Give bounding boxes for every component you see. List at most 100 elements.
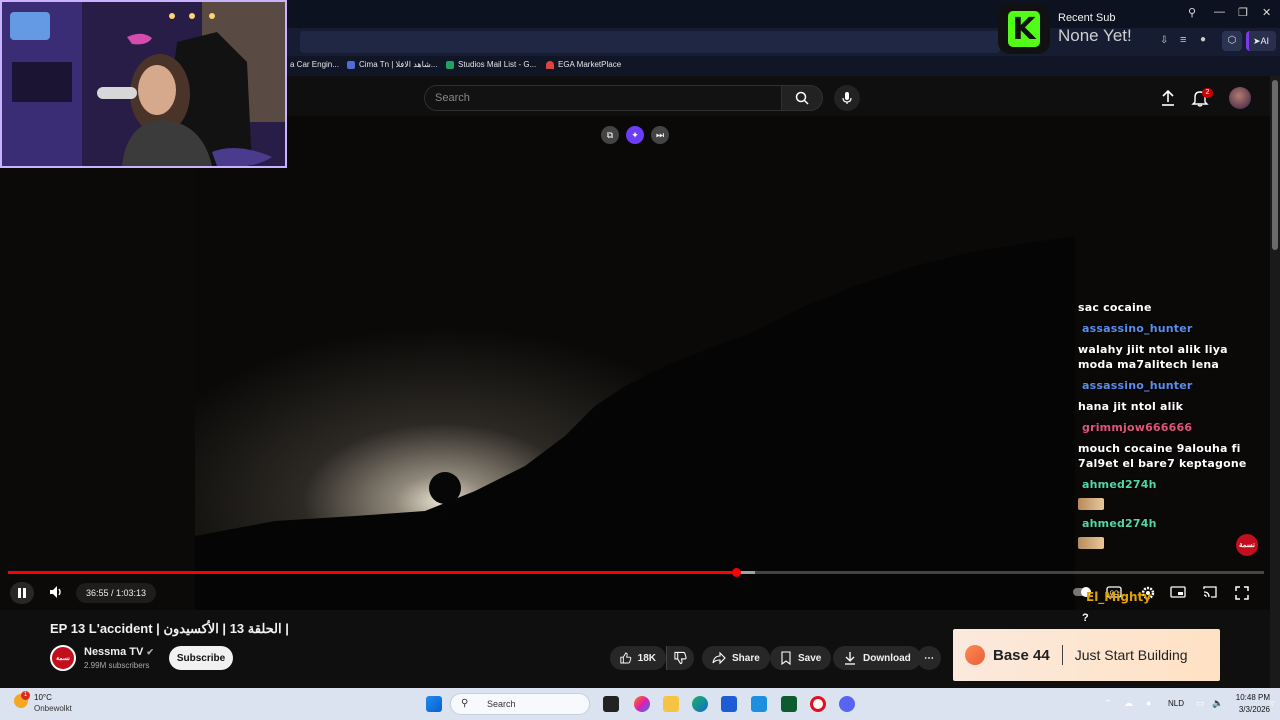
tray-chevron-icon[interactable]: ⌃	[1104, 698, 1112, 709]
progress-bar[interactable]	[8, 571, 1264, 574]
chat-username: ahmed274h	[1082, 478, 1157, 491]
recent-sub-name: None Yet!	[1058, 26, 1132, 45]
volume-icon	[50, 586, 61, 598]
video-frame	[195, 116, 1075, 610]
more-actions-button[interactable]: ⋯	[917, 646, 941, 670]
opera-gx-icon[interactable]	[810, 696, 826, 712]
video-letterbox-left	[0, 116, 195, 610]
channel-avatar[interactable]: نسمة	[50, 645, 76, 671]
volume-tray-icon[interactable]: 🔈	[1212, 698, 1223, 709]
volume-button[interactable]	[48, 584, 66, 602]
channel-avatar-text: نسمة	[56, 655, 70, 662]
scrollbar-thumb[interactable]	[1272, 80, 1278, 250]
miniplayer-button[interactable]	[1170, 585, 1188, 601]
notifications-tray-icon[interactable]: ▿	[1270, 698, 1275, 709]
fullscreen-button[interactable]	[1234, 585, 1252, 601]
search-tabs-icon[interactable]: ⚲	[1188, 6, 1196, 19]
copilot-icon[interactable]	[634, 696, 650, 712]
cast-button[interactable]	[1202, 585, 1220, 601]
stream-chat-overlay: sac cocaine assassino_hunter walahy jiit n…	[1078, 300, 1258, 555]
bookmark-label: Cima Tn | شاهد الافلا...	[359, 60, 438, 69]
video-title: EP 13 L'accident | الحلقة 13 | الأكسيدون…	[50, 621, 289, 636]
sheets-icon	[446, 60, 454, 69]
search-icon	[795, 91, 809, 105]
recent-sub-title: Recent Sub	[1058, 12, 1116, 24]
download-button[interactable]: Download	[833, 646, 921, 670]
microphone-tray-icon[interactable]: ●	[1146, 698, 1151, 708]
outlook-icon[interactable]	[751, 696, 767, 712]
task-view-icon[interactable]	[603, 696, 619, 712]
pause-button[interactable]	[10, 582, 34, 604]
download-icon	[845, 652, 855, 665]
weather-description[interactable]: Onbewolkt	[34, 704, 72, 713]
fullscreen-icon	[1235, 586, 1249, 600]
microphone-icon	[842, 92, 852, 104]
streamer-webcam	[0, 0, 287, 168]
search-icon: ⚲	[461, 698, 469, 709]
like-button[interactable]: 18K	[610, 646, 666, 670]
language-indicator[interactable]: NLD	[1168, 699, 1184, 708]
search-input[interactable]: Search	[424, 85, 782, 111]
display-icon[interactable]: ▭	[1196, 698, 1205, 709]
cloud-icon[interactable]: ☁	[1124, 698, 1133, 709]
bookmark-label: EGA MarketPlace	[558, 60, 622, 69]
discord-icon[interactable]	[839, 696, 855, 712]
channel-name[interactable]: Nessma TV ✔	[84, 646, 154, 658]
chat-username: assassino_hunter	[1082, 322, 1193, 335]
progress-scrubber[interactable]	[732, 568, 741, 577]
bookmark-icon	[781, 651, 791, 665]
bookmark-item[interactable]: Studios Mail List - G...	[446, 60, 536, 69]
voice-search-button[interactable]	[834, 85, 860, 111]
search-button[interactable]	[781, 85, 823, 111]
ai-button[interactable]: ➤AI	[1246, 31, 1276, 51]
share-label: Share	[732, 652, 760, 664]
download-icon[interactable]: ⇩	[1160, 35, 1168, 46]
address-bar[interactable]	[300, 31, 1000, 53]
pause-icon	[18, 588, 26, 598]
file-explorer-icon[interactable]	[663, 696, 679, 712]
taskbar-search[interactable]: ⚲ Search	[450, 693, 590, 715]
ad-logo-icon	[965, 645, 985, 665]
share-icon	[712, 651, 726, 665]
user-avatar[interactable]	[1229, 87, 1251, 109]
create-button[interactable]	[1158, 88, 1178, 108]
picture-in-picture-icon[interactable]: ⧉	[601, 126, 619, 144]
ad-banner[interactable]: Base 44 Just Start Building	[953, 629, 1220, 681]
clock-time[interactable]: 10:48 PM	[1230, 693, 1270, 702]
close-icon[interactable]: ✕	[1262, 6, 1271, 19]
chat-username: ahmed274h	[1082, 517, 1157, 530]
edge-icon[interactable]	[692, 696, 708, 712]
weather-temp[interactable]: 10°C	[34, 693, 52, 702]
time-display: 36:55 / 1:03:13	[76, 583, 157, 603]
chat-username: assassino_hunter	[1082, 379, 1193, 392]
chat-message: walahy jiit ntol alik liya moda ma7alite…	[1078, 343, 1228, 371]
ai-sparkle-icon[interactable]: ✦	[626, 126, 644, 144]
download-label: Download	[863, 652, 911, 664]
windows-start-icon[interactable]	[426, 696, 442, 712]
menu-icon[interactable]: ≡	[1180, 34, 1186, 46]
bookmark-label: a Car Engin...	[290, 60, 339, 69]
chat-username: grimmjow666666	[1082, 421, 1193, 434]
share-button[interactable]: Share	[702, 646, 770, 670]
profile-icon[interactable]: ●	[1200, 34, 1206, 45]
store-icon[interactable]	[721, 696, 737, 712]
miniplayer-icon	[1170, 586, 1186, 598]
app-icon[interactable]	[781, 696, 797, 712]
bookmark-item[interactable]: Cima Tn | شاهد الافلا...	[347, 60, 437, 69]
minimize-icon[interactable]: —	[1214, 6, 1225, 18]
restore-icon[interactable]: ❐	[1238, 6, 1248, 19]
bookmark-favicon-icon	[347, 60, 355, 69]
clock-date[interactable]: 3/3/2026	[1226, 705, 1270, 714]
save-label: Save	[798, 652, 822, 664]
save-button[interactable]: Save	[770, 646, 832, 670]
bookmark-item[interactable]: EGA MarketPlace	[546, 60, 621, 69]
dislike-button[interactable]	[666, 646, 694, 670]
more-icon: ⋯	[924, 652, 934, 664]
bookmark-item[interactable]: a Car Engin...	[290, 60, 339, 69]
chat-emote	[1078, 498, 1104, 510]
subscribe-button[interactable]: Subscribe	[169, 646, 233, 670]
weather-alert-badge: 1	[21, 691, 30, 700]
chat-message: sac cocaine	[1078, 301, 1152, 314]
skip-icon[interactable]: ⏭	[651, 126, 669, 144]
extensions-icon[interactable]: ⬡	[1222, 31, 1242, 51]
